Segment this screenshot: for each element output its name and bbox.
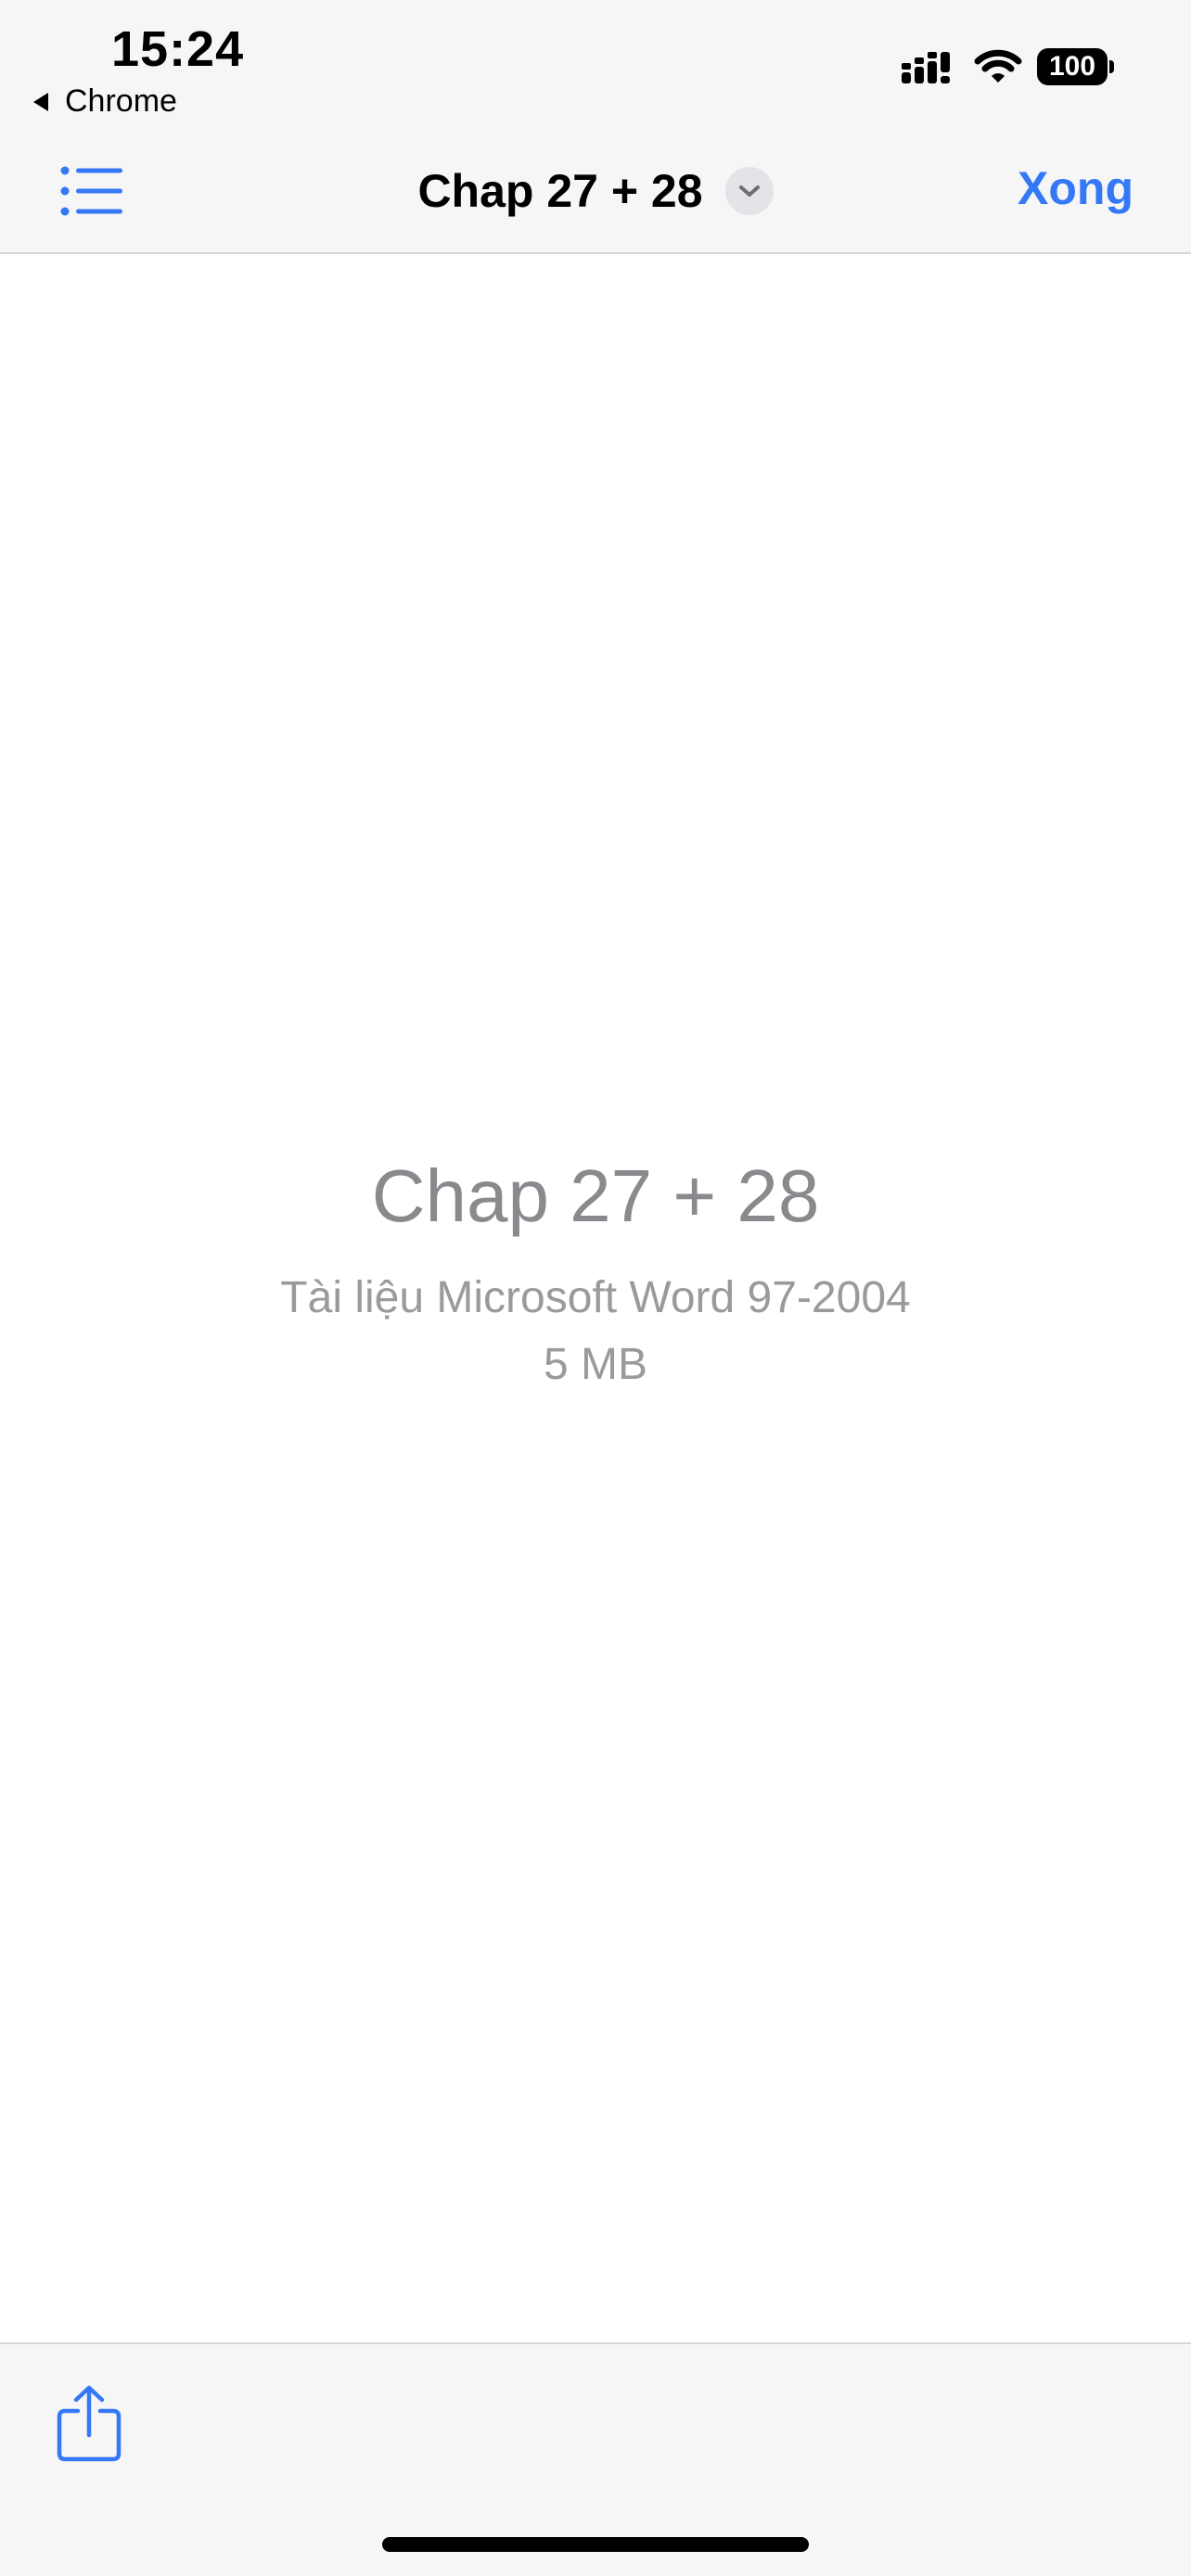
share-icon[interactable] [56,2383,122,2463]
battery-cap [1109,60,1114,73]
list-icon[interactable] [59,165,124,217]
back-to-app-link[interactable]: Chrome [33,83,177,120]
back-triangle-icon [33,92,48,111]
back-app-label: Chrome [65,83,177,119]
document-type: Tài liệu Microsoft Word 97-2004 [280,1273,911,1322]
navigation-bar: Chap 27 + 28 Xong [0,130,1191,252]
battery-indicator: 100 [1037,48,1115,85]
top-bar-area: 15:24 Chrome 100 Chap 27 + 28 Xong [0,0,1191,254]
title-menu-button[interactable]: Chap 27 + 28 [417,164,774,218]
status-time: 15:24 [111,21,245,77]
chevron-down-icon[interactable] [724,167,774,215]
done-button[interactable]: Xong [1018,161,1133,215]
document-title: Chap 27 + 28 [371,1154,820,1237]
wifi-icon [974,49,1022,83]
title-container: Chap 27 + 28 [0,130,1191,252]
cellular-signal-icon [902,52,950,83]
battery-level: 100 [1037,48,1108,85]
document-size: 5 MB [543,1340,648,1389]
home-indicator [382,2537,809,2552]
quick-look-screen: 15:24 Chrome 100 Chap 27 + 28 Xong Chap … [0,0,1191,2576]
nav-title: Chap 27 + 28 [417,165,703,217]
document-info: Chap 27 + 28 Tài liệu Microsoft Word 97-… [0,1150,1191,1398]
